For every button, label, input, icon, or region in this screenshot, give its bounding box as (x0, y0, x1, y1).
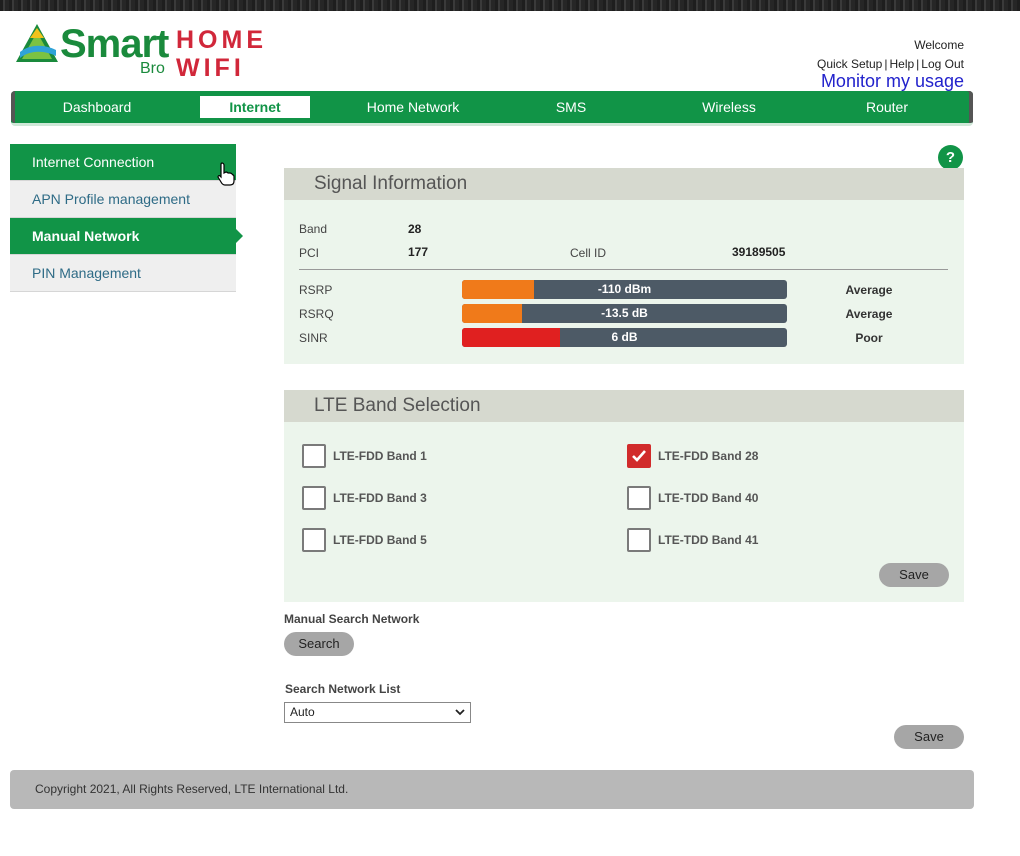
welcome-text: Welcome (914, 38, 964, 52)
sinr-bar: 6 dB (462, 328, 787, 347)
logout-link[interactable]: Log Out (921, 57, 964, 71)
band-checkbox[interactable]: LTE-TDD Band 40 (627, 486, 758, 510)
checkbox-icon[interactable] (627, 528, 651, 552)
sidebar-item-internet-connection[interactable]: Internet Connection (10, 144, 236, 181)
rsrq-value: -13.5 dB (601, 306, 648, 320)
band-checkbox-label: LTE-FDD Band 5 (333, 533, 427, 547)
sidebar: Internet Connection APN Profile manageme… (10, 144, 243, 292)
sidebar-item-label: APN Profile management (32, 191, 190, 207)
sidebar-item-label: PIN Management (32, 265, 141, 281)
hand-cursor-icon (217, 162, 235, 186)
footer: Copyright 2021, All Rights Reserved, LTE… (10, 770, 974, 809)
nav-router[interactable]: Router (832, 96, 942, 118)
top-texture-strip (0, 0, 1020, 11)
sidebar-item-apn-profile[interactable]: APN Profile management (10, 181, 236, 218)
rsrq-quality: Average (845, 307, 893, 321)
network-list-label: Search Network List (285, 682, 401, 696)
cell-id-value: 39189505 (732, 245, 786, 259)
rsrp-label: RSRP (299, 283, 333, 297)
smart-logo-icon (16, 24, 58, 62)
rsrq-label: RSRQ (299, 307, 334, 321)
band-checkbox[interactable]: LTE-FDD Band 1 (302, 444, 427, 468)
sinr-label: SINR (299, 331, 328, 345)
lte-panel-title: LTE Band Selection (284, 390, 964, 422)
search-button[interactable]: Search (284, 632, 354, 656)
pci-label: PCI (299, 246, 320, 260)
sinr-value: 6 dB (611, 330, 638, 344)
lte-save-button[interactable]: Save (879, 563, 949, 587)
rsrp-bar: -110 dBm (462, 280, 787, 299)
main-nav: Dashboard Internet Home Network SMS Wire… (11, 91, 973, 126)
band-value: 28 (408, 222, 422, 236)
band-checkbox[interactable]: LTE-FDD Band 3 (302, 486, 427, 510)
active-arrow-icon (236, 229, 243, 243)
help-link[interactable]: Help (889, 57, 914, 71)
band-checkbox-label: LTE-FDD Band 1 (333, 449, 427, 463)
checkbox-icon[interactable] (302, 444, 326, 468)
network-list-select[interactable]: Auto (284, 702, 471, 723)
checkbox-icon[interactable] (302, 528, 326, 552)
chevron-down-icon (455, 709, 465, 716)
checkbox-icon[interactable] (302, 486, 326, 510)
checkbox-icon[interactable] (627, 486, 651, 510)
pci-value: 177 (408, 245, 429, 259)
logo-home-text: HOME (176, 26, 267, 54)
nav-internet[interactable]: Internet (200, 96, 310, 118)
smart-bro-logo: Smart Bro HOME WIFI (14, 22, 274, 82)
sidebar-item-pin-management[interactable]: PIN Management (10, 255, 236, 292)
rsrp-value: -110 dBm (597, 282, 652, 296)
copyright-text: Copyright 2021, All Rights Reserved, LTE… (35, 782, 349, 796)
sinr-quality: Poor (855, 331, 883, 345)
band-checkbox-label: LTE-TDD Band 41 (658, 533, 759, 547)
band-checkbox[interactable]: LTE-FDD Band 5 (302, 528, 427, 552)
manual-search-label: Manual Search Network (284, 612, 420, 626)
logo-bro-text: Bro (140, 60, 165, 77)
band-checkbox[interactable]: LTE-TDD Band 41 (627, 528, 758, 552)
monitor-usage-link[interactable]: Monitor my usage (821, 71, 964, 92)
band-checkbox-label: LTE-FDD Band 3 (333, 491, 427, 505)
quick-setup-link[interactable]: Quick Setup (817, 57, 882, 71)
checkbox-checked-icon[interactable] (627, 444, 651, 468)
lte-band-selection-panel: LTE Band Selection LTE-FDD Band 1 LTE-FD… (284, 390, 964, 602)
signal-information-panel: Signal Information Band 28 PCI 177 Cell … (284, 168, 964, 364)
nav-home-network[interactable]: Home Network (358, 96, 468, 118)
network-list-selected: Auto (290, 705, 315, 719)
bottom-save-button[interactable]: Save (894, 725, 964, 749)
rsrp-quality: Average (845, 283, 893, 297)
sidebar-item-label: Manual Network (32, 228, 140, 244)
cell-id-label: Cell ID (570, 246, 607, 260)
band-label: Band (299, 222, 328, 236)
band-checkbox-label: LTE-FDD Band 28 (658, 449, 759, 463)
rsrq-bar: -13.5 dB (462, 304, 787, 323)
logo-wifi-text: WIFI (176, 54, 245, 82)
header-links: Welcome Quick Setup | Help | Log Out (817, 38, 964, 71)
nav-dashboard[interactable]: Dashboard (42, 96, 152, 118)
sidebar-item-manual-network[interactable]: Manual Network (10, 218, 243, 255)
band-checkbox-label: LTE-TDD Band 40 (658, 491, 759, 505)
band-checkbox[interactable]: LTE-FDD Band 28 (627, 444, 758, 468)
signal-divider (299, 269, 948, 270)
nav-wireless[interactable]: Wireless (674, 96, 784, 118)
nav-sms[interactable]: SMS (516, 96, 626, 118)
sidebar-item-label: Internet Connection (32, 154, 155, 170)
help-icon[interactable]: ? (938, 145, 963, 170)
signal-panel-title: Signal Information (284, 168, 964, 200)
